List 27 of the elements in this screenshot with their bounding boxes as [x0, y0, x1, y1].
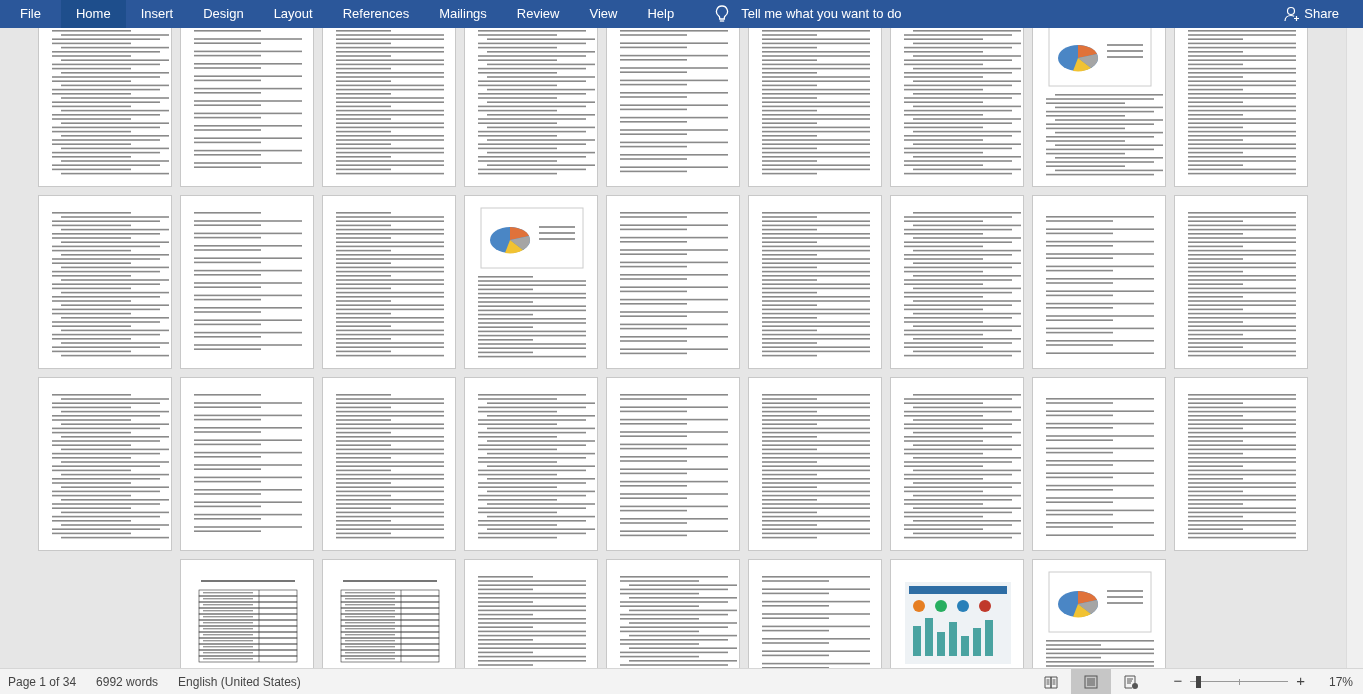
ribbon-tab[interactable]: Help — [632, 0, 690, 28]
ribbon-tab[interactable]: Review — [501, 0, 575, 28]
word-count[interactable]: 6992 words — [96, 672, 159, 691]
share-button[interactable]: Share — [1280, 0, 1343, 28]
ribbon-tab[interactable]: Mailings — [424, 0, 502, 28]
add-person-icon — [1284, 6, 1301, 22]
ribbon-tab[interactable]: Design — [188, 0, 259, 28]
ribbon-tab[interactable]: Home — [60, 0, 126, 28]
ribbon-tab[interactable]: Insert — [125, 0, 189, 28]
ribbon-tab[interactable]: File — [0, 0, 61, 28]
zoom-slider[interactable] — [1190, 674, 1289, 689]
zoom-in-button[interactable]: + — [1292, 670, 1309, 693]
ribbon-tab[interactable]: Layout — [258, 0, 328, 28]
zoom-out-button[interactable]: − — [1169, 670, 1187, 693]
tell-me-search[interactable]: Tell me what you want to do — [711, 0, 906, 28]
zoom-level[interactable]: 17% — [1323, 672, 1353, 691]
page-count[interactable]: Page 1 of 34 — [8, 672, 77, 691]
print-layout-icon — [1083, 673, 1100, 690]
language-indicator[interactable]: English (United States) — [178, 672, 301, 691]
lightbulb-icon — [715, 5, 730, 23]
ribbon-tab[interactable]: References — [327, 0, 425, 28]
read-mode-icon — [1043, 673, 1060, 690]
zoom-thumb[interactable] — [1195, 675, 1201, 688]
scrollbar[interactable] — [1346, 28, 1363, 668]
view-button[interactable] — [1071, 669, 1112, 694]
ribbon-tab[interactable]: View — [574, 0, 633, 28]
web-layout-icon — [1123, 673, 1140, 690]
